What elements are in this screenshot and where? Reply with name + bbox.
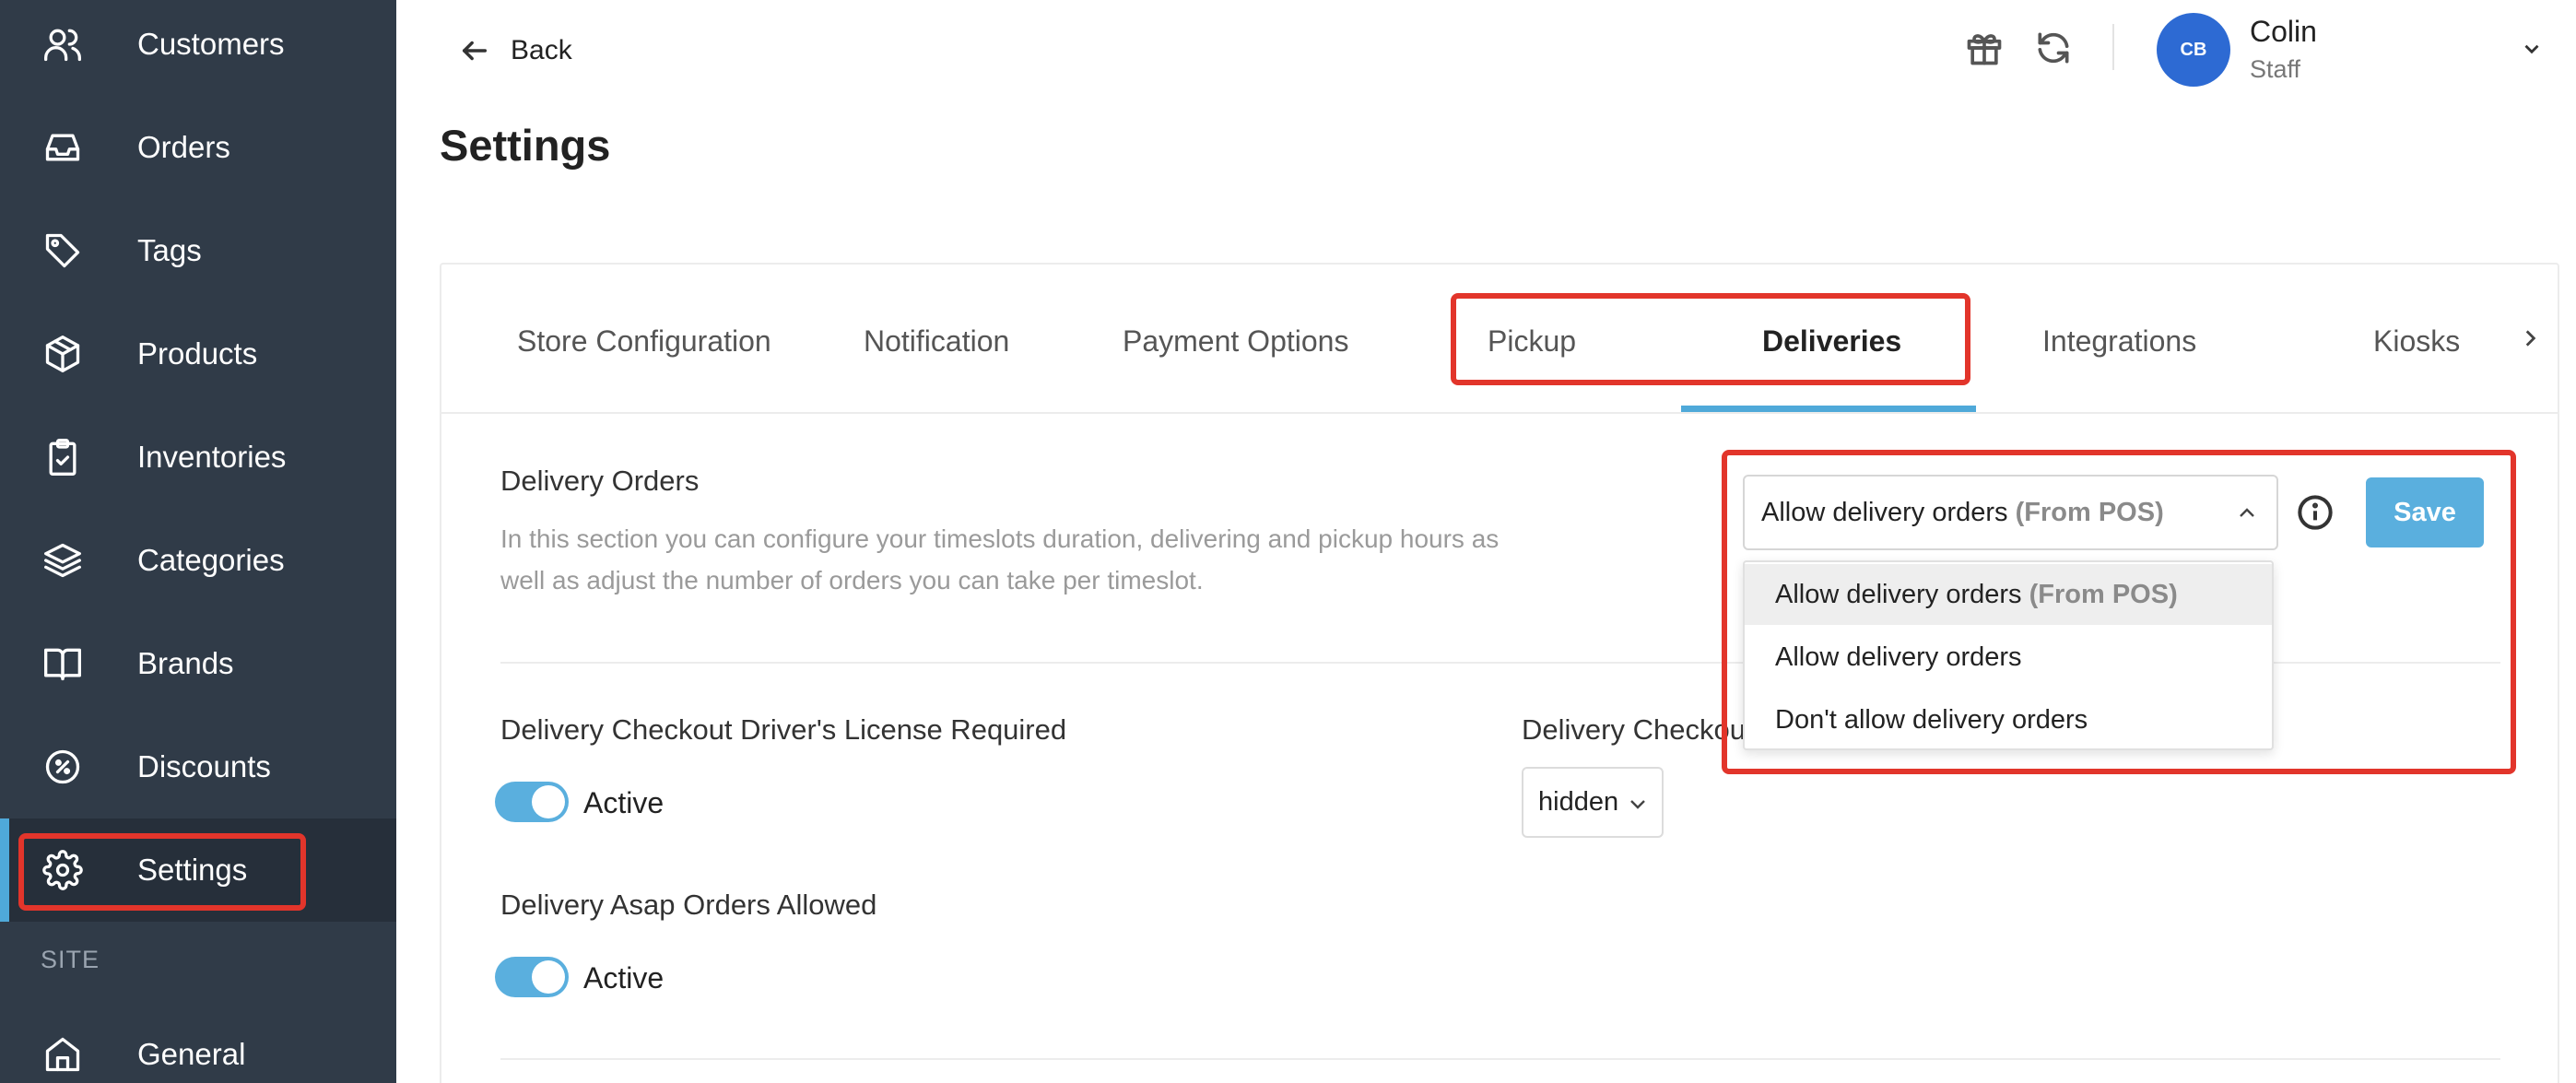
page-title: Settings: [440, 121, 611, 170]
license-required-title: Delivery Checkout Driver's License Requi…: [500, 713, 1067, 746]
sidebar-item-inventories[interactable]: Inventories: [0, 406, 396, 509]
active-tab-indicator: [1681, 406, 1976, 412]
sidebar-item-products[interactable]: Products: [0, 302, 396, 406]
sidebar-item-categories[interactable]: Categories: [0, 509, 396, 612]
sidebar-item-label: Tags: [137, 233, 202, 267]
package-icon: [42, 334, 83, 374]
arrow-left-icon: [462, 41, 488, 61]
book-open-icon: [42, 643, 83, 684]
back-button[interactable]: Back: [459, 26, 572, 76]
tag-icon: [42, 230, 83, 271]
sidebar-section-site: SITE: [41, 946, 100, 973]
inbox-icon: [42, 127, 83, 168]
asap-orders-title: Delivery Asap Orders Allowed: [500, 889, 877, 921]
tab-store-configuration[interactable]: Store Configuration: [517, 324, 771, 359]
asap-orders-state: Active: [583, 961, 665, 995]
asap-orders-toggle[interactable]: [495, 957, 569, 997]
sidebar: Customers Orders Tags Products Inventori…: [0, 0, 396, 1083]
percent-badge-icon: [42, 747, 83, 787]
sidebar-item-brands[interactable]: Brands: [0, 612, 396, 715]
sidebar-item-orders[interactable]: Orders: [0, 96, 396, 199]
checkout-field-value: hidden: [1538, 787, 1619, 817]
tab-notification[interactable]: Notification: [864, 324, 1009, 359]
sidebar-item-general[interactable]: General: [0, 1003, 396, 1083]
user-name[interactable]: Colin: [2250, 15, 2317, 49]
tab-integrations[interactable]: Integrations: [2042, 324, 2196, 359]
tab-kiosks[interactable]: Kiosks: [2373, 324, 2460, 359]
chevron-right-icon[interactable]: [2518, 324, 2542, 352]
users-icon: [42, 24, 83, 65]
layers-icon: [42, 540, 83, 581]
checkout-field-title: Delivery Checkou: [1522, 713, 1746, 746]
sidebar-item-label: Orders: [137, 130, 230, 164]
user-role: Staff: [2250, 55, 2301, 83]
home-icon: [42, 1034, 83, 1075]
toggle-knob: [532, 960, 565, 994]
sidebar-item-label: Inventories: [137, 440, 287, 474]
chevron-down-icon: [1630, 800, 1645, 809]
delivery-orders-description: In this section you can configure your t…: [500, 524, 1500, 594]
gift-icon[interactable]: [1964, 28, 2005, 68]
sidebar-item-label: Categories: [137, 543, 285, 577]
sidebar-item-label: General: [137, 1037, 246, 1071]
sidebar-item-discounts[interactable]: Discounts: [0, 715, 396, 818]
delivery-orders-title: Delivery Orders: [500, 465, 700, 497]
clipboard-check-icon: [42, 437, 83, 477]
tabs-highlight: [1451, 293, 1970, 385]
sidebar-item-label: Discounts: [137, 749, 271, 783]
sidebar-item-customers[interactable]: Customers: [0, 0, 396, 96]
chevron-down-icon[interactable]: [2520, 37, 2544, 61]
back-label: Back: [511, 35, 572, 65]
sidebar-item-label: Brands: [137, 646, 234, 680]
toggle-knob: [532, 785, 565, 818]
sidebar-item-label: Products: [137, 336, 258, 371]
checkout-field-select[interactable]: hidden: [1522, 767, 1664, 838]
license-required-state: Active: [583, 786, 665, 819]
sidebar-item-tags[interactable]: Tags: [0, 199, 396, 302]
avatar[interactable]: CB: [2157, 13, 2230, 87]
settings-highlight: [18, 833, 306, 911]
header-divider: [2112, 24, 2114, 70]
dropdown-highlight: [1722, 450, 2516, 774]
sidebar-item-label: Customers: [137, 27, 285, 61]
section-divider: [500, 1058, 2500, 1060]
refresh-icon[interactable]: [2033, 28, 2074, 68]
tabs-divider: [441, 412, 2559, 414]
tab-payment-options[interactable]: Payment Options: [1123, 324, 1348, 359]
license-required-toggle[interactable]: [495, 782, 569, 822]
